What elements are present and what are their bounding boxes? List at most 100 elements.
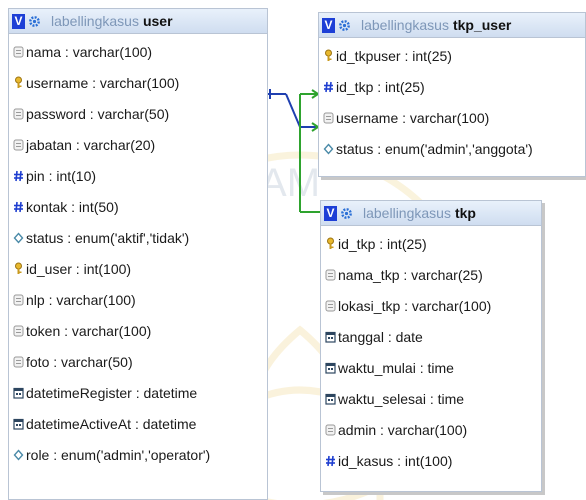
calendar-icon	[325, 361, 336, 375]
table-row[interactable]: id_tkp : int(25)	[319, 71, 585, 102]
field-icon	[325, 268, 336, 282]
table-row[interactable]: status : enum('admin','anggota')	[319, 133, 585, 164]
hash-icon	[325, 454, 336, 468]
table-row[interactable]: kontak : int(50)	[9, 191, 267, 222]
column-label: waktu_selesai : time	[338, 390, 465, 407]
column-label: id_tkp : int(25)	[338, 235, 427, 252]
enum-icon	[13, 448, 24, 462]
hash-icon	[13, 169, 24, 183]
field-icon	[325, 299, 336, 313]
table-row[interactable]: password : varchar(50)	[9, 98, 267, 129]
database-name: labellingkasus	[51, 13, 139, 29]
table-row[interactable]: tanggal : date	[321, 321, 541, 352]
calendar-icon	[325, 392, 336, 406]
table-row[interactable]: admin : varchar(100)	[321, 414, 541, 445]
calendar-icon	[13, 417, 24, 431]
column-label: nama_tkp : varchar(25)	[338, 266, 483, 283]
table-header[interactable]: V labellingkasus user	[9, 9, 267, 34]
table-row[interactable]: id_tkp : int(25)	[321, 228, 541, 259]
view-icon[interactable]: V	[322, 17, 335, 33]
enum-icon	[323, 142, 334, 156]
table-row[interactable]: waktu_selesai : time	[321, 383, 541, 414]
column-label: datetimeRegister : datetime	[26, 384, 198, 401]
column-label: datetimeActiveAt : datetime	[26, 415, 197, 432]
column-label: foto : varchar(50)	[26, 353, 133, 370]
column-label: status : enum('admin','anggota')	[336, 140, 533, 157]
hash-icon	[13, 200, 24, 214]
gear-icon[interactable]	[338, 19, 351, 32]
table-row[interactable]: foto : varchar(50)	[9, 346, 267, 377]
field-icon	[13, 45, 24, 59]
column-label: kontak : int(50)	[26, 198, 119, 215]
table-row[interactable]: lokasi_tkp : varchar(100)	[321, 290, 541, 321]
column-label: token : varchar(100)	[26, 322, 152, 339]
table-row[interactable]: status : enum('aktif','tidak')	[9, 222, 267, 253]
column-label: password : varchar(50)	[26, 105, 170, 122]
column-label: id_kasus : int(100)	[338, 452, 453, 469]
table-row[interactable]: token : varchar(100)	[9, 315, 267, 346]
field-icon	[13, 107, 24, 121]
field-icon	[325, 423, 336, 437]
column-label: lokasi_tkp : varchar(100)	[338, 297, 492, 314]
table-row[interactable]: waktu_mulai : time	[321, 352, 541, 383]
table-row[interactable]: nama : varchar(100)	[9, 36, 267, 67]
table-row[interactable]: id_user : int(100)	[9, 253, 267, 284]
field-icon	[13, 293, 24, 307]
column-label: pin : int(10)	[26, 167, 97, 184]
key-icon	[13, 76, 24, 90]
column-label: tanggal : date	[338, 328, 423, 345]
table-row[interactable]: nama_tkp : varchar(25)	[321, 259, 541, 290]
table-row[interactable]: datetimeRegister : datetime	[9, 377, 267, 408]
table-row[interactable]: jabatan : varchar(20)	[9, 129, 267, 160]
field-icon	[13, 324, 24, 338]
key-icon	[13, 262, 24, 276]
table-row[interactable]: id_kasus : int(100)	[321, 445, 541, 476]
table-row[interactable]: id_tkpuser : int(25)	[319, 40, 585, 71]
column-label: waktu_mulai : time	[338, 359, 454, 376]
column-label: id_tkp : int(25)	[336, 78, 425, 95]
table-name: tkp	[454, 205, 476, 221]
calendar-icon	[13, 386, 24, 400]
column-label: username : varchar(100)	[336, 109, 490, 126]
enum-icon	[13, 231, 24, 245]
view-icon[interactable]: V	[324, 205, 337, 221]
calendar-icon	[325, 330, 336, 344]
database-name: labellingkasus	[361, 17, 449, 33]
database-name: labellingkasus	[363, 205, 451, 221]
field-icon	[323, 111, 334, 125]
field-icon	[13, 355, 24, 369]
key-icon	[323, 49, 334, 63]
column-label: username : varchar(100)	[26, 74, 180, 91]
table-header[interactable]: V labellingkasus tkp	[321, 201, 541, 226]
column-list: id_tkp : int(25) nama_tkp : varchar(25) lo…	[321, 226, 541, 476]
view-icon[interactable]: V	[12, 13, 25, 29]
table-user[interactable]: V labellingkasus user nama : varchar(100)…	[8, 8, 268, 500]
column-label: jabatan : varchar(20)	[26, 136, 156, 153]
table-tkp[interactable]: V labellingkasus tkp id_tkp : int(25) nama…	[320, 200, 542, 492]
column-label: id_user : int(100)	[26, 260, 132, 277]
column-label: nlp : varchar(100)	[26, 291, 136, 308]
table-row[interactable]: datetimeActiveAt : datetime	[9, 408, 267, 439]
table-row[interactable]: pin : int(10)	[9, 160, 267, 191]
table-row[interactable]: role : enum('admin','operator')	[9, 439, 267, 470]
column-list: id_tkpuser : int(25) id_tkp : int(25) user…	[319, 38, 585, 164]
table-name: tkp_user	[452, 17, 512, 33]
table-name: user	[142, 13, 173, 29]
field-icon	[13, 138, 24, 152]
table-row[interactable]: username : varchar(100)	[319, 102, 585, 133]
column-label: admin : varchar(100)	[338, 421, 468, 438]
table-tkp-user[interactable]: V labellingkasus tkp_user id_tkpuser : in…	[318, 12, 586, 177]
table-header[interactable]: V labellingkasus tkp_user	[319, 13, 585, 38]
column-list: nama : varchar(100) username : varchar(10…	[9, 34, 267, 470]
table-row[interactable]: nlp : varchar(100)	[9, 284, 267, 315]
column-label: role : enum('admin','operator')	[26, 446, 211, 463]
column-label: nama : varchar(100)	[26, 43, 153, 60]
key-icon	[325, 237, 336, 251]
hash-icon	[323, 80, 334, 94]
gear-icon[interactable]	[340, 207, 353, 220]
column-label: id_tkpuser : int(25)	[336, 47, 452, 64]
column-label: status : enum('aktif','tidak')	[26, 229, 190, 246]
table-row[interactable]: username : varchar(100)	[9, 67, 267, 98]
relation-tkp-tkpuser	[299, 89, 320, 213]
gear-icon[interactable]	[28, 15, 41, 28]
